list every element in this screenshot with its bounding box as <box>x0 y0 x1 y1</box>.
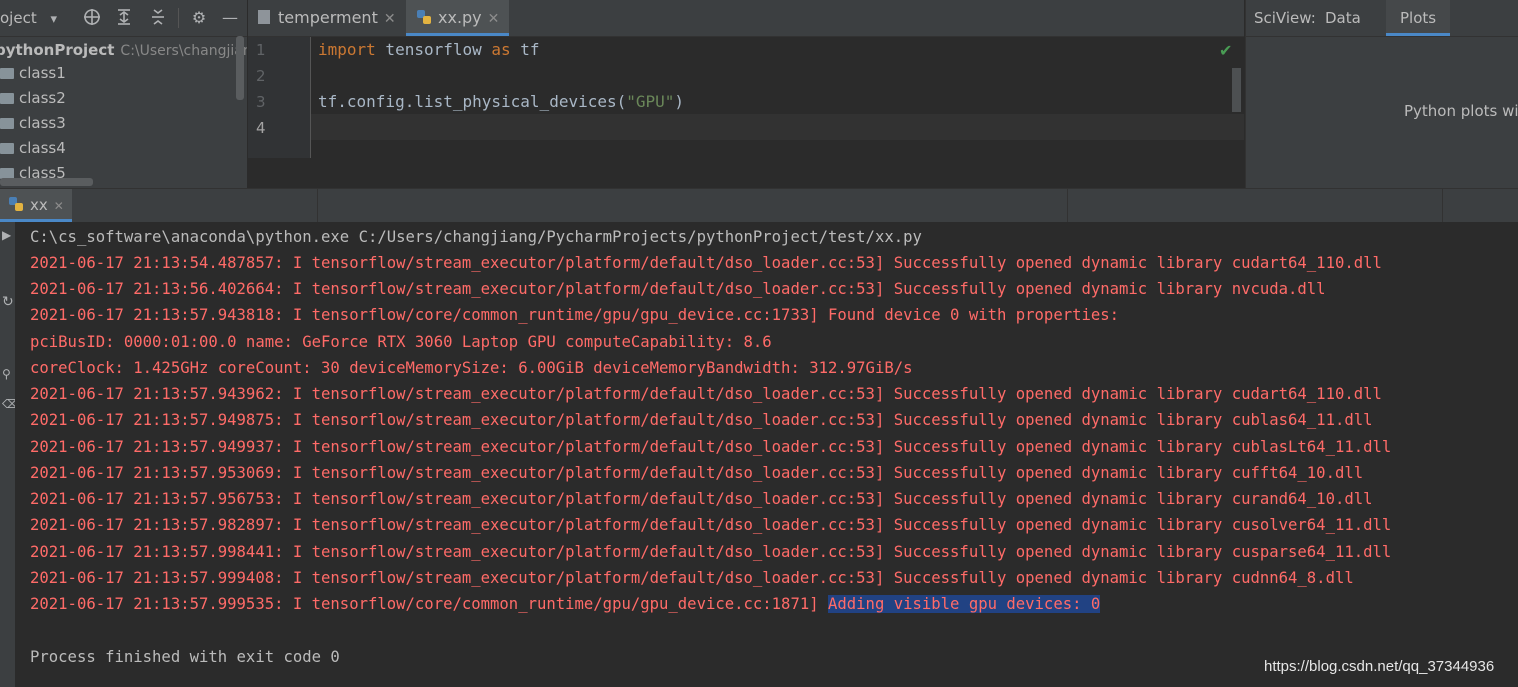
line-number: 4 <box>256 119 266 137</box>
tree-item-label: class2 <box>19 89 66 107</box>
console-line: pciBusID: 0000:01:00.0 name: GeForce RTX… <box>30 333 772 351</box>
identifier: ) <box>674 92 685 111</box>
line-number-gutter: 1 2 3 4 <box>248 37 311 158</box>
tab-label: temperment <box>278 8 378 27</box>
console-output[interactable]: C:\cs_software\anaconda\python.exe C:/Us… <box>15 222 1518 687</box>
exit-status-line: Process finished with exit code 0 <box>30 648 340 666</box>
selected-text: Adding visible gpu devices: 0 <box>828 595 1101 613</box>
rerun-icon[interactable]: ▶ <box>2 228 11 242</box>
minimize-icon[interactable]: — <box>220 8 240 28</box>
code-line-1: import tensorflow as tf <box>318 37 540 63</box>
console-line: 2021-06-17 21:13:57.943962: I tensorflow… <box>30 385 1382 403</box>
tab-data[interactable]: Data <box>1325 0 1361 36</box>
editor-vertical-scrollbar[interactable] <box>1232 68 1241 112</box>
header-divider <box>1067 189 1068 222</box>
python-run-icon <box>9 197 23 211</box>
tree-vertical-scrollbar[interactable] <box>236 36 244 100</box>
project-view-label: oject <box>0 9 37 27</box>
folder-icon <box>0 68 14 79</box>
tab-label: xx.py <box>438 8 482 27</box>
pin-icon[interactable]: ⚲ <box>2 367 11 381</box>
sciview-tab-bar: SciView: Data Plots <box>1246 0 1518 37</box>
project-toolbar: oject ▾ ⚙ — <box>0 0 247 37</box>
run-panel-header: xx ✕ <box>0 188 1518 223</box>
tree-horizontal-scrollbar[interactable] <box>0 178 93 186</box>
python-file-icon <box>417 10 431 24</box>
keyword: as <box>491 40 511 59</box>
folder-icon <box>0 143 14 154</box>
root-project-path: C:\Users\changjian <box>120 43 248 59</box>
project-panel: oject ▾ ⚙ — pythonProject C:\Users\changj… <box>0 0 248 188</box>
tab-run-xx[interactable]: xx ✕ <box>0 189 72 222</box>
header-divider <box>317 189 318 222</box>
console-text: 2021-06-17 21:13:57.999535: I tensorflow… <box>30 595 828 613</box>
line-number: 2 <box>256 67 266 85</box>
console-line-last: 2021-06-17 21:13:57.999535: I tensorflow… <box>30 591 1101 617</box>
current-line-highlight <box>311 114 1244 140</box>
file-icon <box>258 10 270 24</box>
watermark: https://blog.csdn.net/qq_37344936 <box>1264 658 1495 675</box>
console-line: 2021-06-17 21:13:57.949937: I tensorflow… <box>30 438 1392 456</box>
collapse-all-icon[interactable] <box>148 8 168 28</box>
tab-temperment[interactable]: temperment ✕ <box>248 0 406 36</box>
tree-item-label: class4 <box>19 139 66 157</box>
console-command-line: C:\cs_software\anaconda\python.exe C:/Us… <box>30 228 922 246</box>
toolbar-divider <box>178 8 179 28</box>
line-number: 3 <box>256 93 266 111</box>
console-line: coreClock: 1.425GHz coreCount: 30 device… <box>30 359 913 377</box>
tree-item-label: class3 <box>19 114 66 132</box>
tree-item-class1[interactable]: class1 <box>0 61 66 86</box>
run-tab-label: xx <box>30 196 48 214</box>
run-toolbar: ▶ ↻ ⚲ ⌫ <box>0 222 19 687</box>
console-line: 2021-06-17 21:13:57.956753: I tensorflow… <box>30 490 1373 508</box>
plots-placeholder-text: Python plots wil <box>1404 102 1518 120</box>
console-line: 2021-06-17 21:13:57.982897: I tensorflow… <box>30 516 1392 534</box>
tree-item-class2[interactable]: class2 <box>0 86 66 111</box>
sciview-panel: SciView: Data Plots Python plots wil <box>1245 0 1518 188</box>
console-line: 2021-06-17 21:13:57.953069: I tensorflow… <box>30 464 1364 482</box>
tab-xx-py[interactable]: xx.py ✕ <box>406 0 510 36</box>
close-icon[interactable]: ✕ <box>384 11 396 27</box>
editor-tab-bar: temperment ✕ xx.py ✕ <box>248 0 1244 37</box>
console-line: 2021-06-17 21:13:57.943818: I tensorflow… <box>30 306 1120 324</box>
gear-icon[interactable]: ⚙ <box>189 8 209 28</box>
identifier: tensorflow <box>375 40 492 59</box>
tree-root-node[interactable]: pythonProject C:\Users\changjian <box>0 38 248 62</box>
locate-target-icon[interactable] <box>82 8 102 28</box>
tree-item-class3[interactable]: class3 <box>0 111 66 136</box>
identifier: tf.config.list_physical_devices( <box>318 92 627 111</box>
tab-plots[interactable]: Plots <box>1386 0 1451 36</box>
code-line-3: tf.config.list_physical_devices("GPU") <box>318 89 684 115</box>
close-icon[interactable]: ✕ <box>488 11 500 27</box>
identifier: tf <box>510 40 540 59</box>
folder-icon <box>0 118 14 129</box>
console-line: 2021-06-17 21:13:57.998441: I tensorflow… <box>30 543 1392 561</box>
editor-empty-area <box>248 158 1244 188</box>
console-line: 2021-06-17 21:13:57.999408: I tensorflow… <box>30 569 1354 587</box>
console-line: 2021-06-17 21:13:56.402664: I tensorflow… <box>30 280 1326 298</box>
project-view-selector[interactable]: oject ▾ <box>0 9 57 27</box>
refresh-icon[interactable]: ↻ <box>2 294 14 310</box>
string-literal: "GPU" <box>626 92 675 111</box>
close-icon[interactable]: ✕ <box>54 199 64 213</box>
expand-all-icon[interactable] <box>114 8 134 28</box>
root-project-name: pythonProject <box>0 41 115 59</box>
chevron-down-icon: ▾ <box>50 12 58 27</box>
keyword: import <box>318 40 376 59</box>
folder-icon <box>0 93 14 104</box>
sciview-label: SciView: <box>1254 9 1316 27</box>
checkmark-icon: ✔ <box>1219 41 1233 60</box>
code-editor[interactable]: import tensorflow as tf tf.config.list_p… <box>311 37 1244 158</box>
console-line: 2021-06-17 21:13:54.487857: I tensorflow… <box>30 254 1382 272</box>
header-divider <box>1442 189 1443 222</box>
console-line: 2021-06-17 21:13:57.949875: I tensorflow… <box>30 411 1373 429</box>
tree-item-label: class1 <box>19 64 66 82</box>
tree-item-class4[interactable]: class4 <box>0 136 66 161</box>
line-number: 1 <box>256 41 266 59</box>
